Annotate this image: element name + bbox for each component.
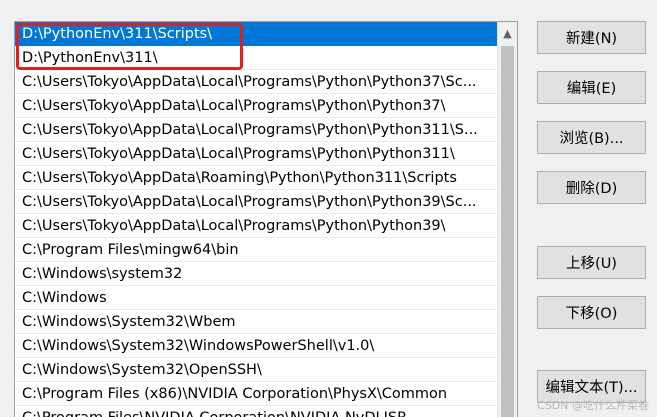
- browse-button[interactable]: 浏览(B)...: [537, 121, 646, 154]
- path-list-item[interactable]: C:\Windows\System32\Wbem: [15, 310, 497, 334]
- path-list-item[interactable]: C:\Program Files\mingw64\bin: [15, 238, 497, 262]
- path-list-item[interactable]: C:\Program Files (x86)\NVIDIA Corporatio…: [15, 382, 497, 406]
- path-list-item[interactable]: C:\Users\Tokyo\AppData\Local\Programs\Py…: [15, 70, 497, 94]
- path-list-item[interactable]: C:\Users\Tokyo\AppData\Local\Programs\Py…: [15, 94, 497, 118]
- vertical-scrollbar[interactable]: ▲: [497, 22, 517, 417]
- path-list-item[interactable]: C:\Windows\system32: [15, 262, 497, 286]
- path-list[interactable]: D:\PythonEnv\311\Scripts\ D:\PythonEnv\31…: [14, 21, 518, 417]
- path-list-item[interactable]: C:\Windows: [15, 286, 497, 310]
- path-list-item[interactable]: C:\Users\Tokyo\AppData\Local\Programs\Py…: [15, 190, 497, 214]
- env-path-editor: D:\PythonEnv\311\Scripts\ D:\PythonEnv\31…: [0, 0, 657, 417]
- path-list-item[interactable]: C:\Program Files\NVIDIA Corporation\NVID…: [15, 406, 497, 417]
- path-list-item[interactable]: C:\Users\Tokyo\AppData\Local\Programs\Py…: [15, 142, 497, 166]
- path-list-item[interactable]: C:\Windows\System32\OpenSSH\: [15, 358, 497, 382]
- delete-button[interactable]: 删除(D): [537, 171, 646, 204]
- path-list-item[interactable]: D:\PythonEnv\311\Scripts\: [15, 22, 497, 46]
- path-list-item[interactable]: C:\Users\Tokyo\AppData\Local\Programs\Py…: [15, 118, 497, 142]
- move-up-button[interactable]: 上移(U): [537, 246, 646, 279]
- scroll-thumb[interactable]: [501, 46, 514, 417]
- path-list-item[interactable]: C:\Windows\System32\WindowsPowerShell\v1…: [15, 334, 497, 358]
- new-button[interactable]: 新建(N): [537, 21, 646, 54]
- path-list-item[interactable]: C:\Users\Tokyo\AppData\Local\Programs\Py…: [15, 214, 497, 238]
- move-down-button[interactable]: 下移(O): [537, 296, 646, 329]
- edit-button[interactable]: 编辑(E): [537, 71, 646, 104]
- path-list-item[interactable]: C:\Users\Tokyo\AppData\Roaming\Python\Py…: [15, 166, 497, 190]
- path-list-items: D:\PythonEnv\311\Scripts\ D:\PythonEnv\31…: [15, 22, 497, 417]
- scroll-up-arrow-icon[interactable]: ▲: [498, 22, 517, 44]
- path-list-item[interactable]: D:\PythonEnv\311\: [15, 46, 497, 70]
- watermark: CSDN @吃什么芹菜卷: [537, 399, 649, 412]
